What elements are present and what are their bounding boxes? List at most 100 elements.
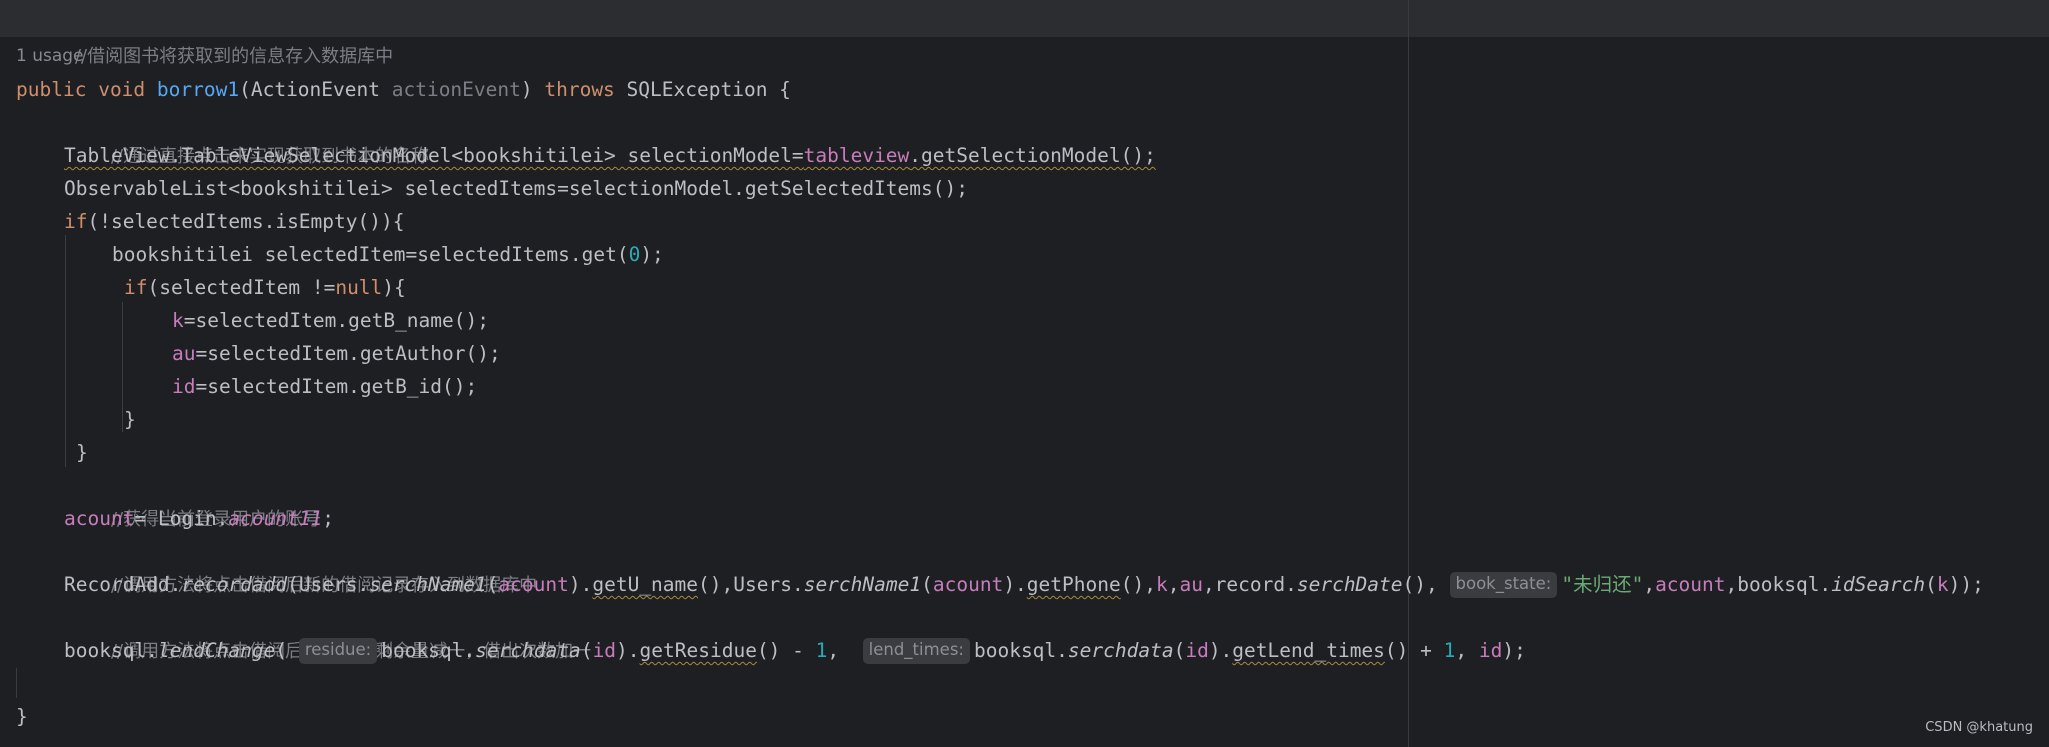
code-text: ). [1003, 573, 1027, 596]
field-ref: id [1478, 639, 1503, 662]
code-text: } [16, 705, 28, 728]
code-text: () + [1384, 639, 1444, 662]
method-call: getPhone [1026, 573, 1121, 596]
number-literal: 1 [815, 639, 828, 662]
code-text: ( [486, 573, 499, 596]
code-text: booksql. [973, 639, 1068, 662]
field-ref: id [592, 639, 617, 662]
code-text: } [124, 408, 136, 431]
field-ref: acount [1655, 573, 1726, 596]
code-text: bookshitilei selectedItem=selectedItems.… [112, 243, 629, 266]
field-ref: au [172, 342, 196, 365]
code-text: , [1643, 573, 1656, 596]
code-text: (Users. [287, 573, 370, 596]
static-method: recordadd [181, 573, 288, 596]
keyword: null [335, 276, 383, 299]
usage-hint[interactable]: 1 usage [16, 44, 84, 68]
code-line-observablelist: ObservableList<bookshitilei> selectedIte… [64, 172, 968, 205]
static-method: idSearch [1831, 573, 1926, 596]
field-ref: tableview [803, 144, 910, 167]
method-call: getU_name [592, 573, 699, 596]
code-line-if-null: if(selectedItem !=null){ [124, 271, 406, 304]
code-line-recordadd: RecordAdd.recordadd(Users.serchName1(aco… [64, 568, 1984, 601]
parameter-hint: residue: [298, 638, 378, 664]
code-text: , [1167, 573, 1180, 596]
field-ref: id [1185, 639, 1209, 662]
static-method: serchDate [1296, 573, 1403, 596]
code-line-assign-k: k=selectedItem.getB_name(); [172, 304, 489, 337]
code-text: ). [1208, 639, 1233, 662]
code-line-signature: public void borrow1(ActionEvent actionEv… [16, 73, 791, 106]
number-literal: 1 [1443, 639, 1456, 662]
code-text: ; [322, 507, 335, 530]
code-text: (), [1402, 573, 1450, 596]
code-line-tableview: TableView.TableViewSelectionModel<booksh… [64, 139, 1156, 172]
keyword: if [124, 276, 148, 299]
method-call: getLend_times [1232, 639, 1385, 662]
code-editor[interactable]: //借阅图书将获取到的信息存入数据库中 1 usage public void … [0, 0, 2049, 747]
code-line-assign-au: au=selectedItem.getAuthor(); [172, 337, 501, 370]
code-line-assign-id: id=selectedItem.getB_id(); [172, 370, 477, 403]
code-text: (ActionEvent [239, 78, 392, 101]
code-text: = Login. [134, 507, 229, 530]
code-text: =selectedItem.getB_name(); [183, 309, 489, 332]
keyword: void [98, 78, 146, 101]
code-line-comment: //通过直接点击来实现获取到书本的名称 [64, 106, 429, 167]
code-text: ( [921, 573, 933, 596]
code-text: } [76, 441, 88, 464]
code-text: ). [616, 639, 640, 662]
number-literal: 0 [628, 243, 641, 266]
code-line-lendchange: booksql.lendChange( residue: booksql.serc… [64, 634, 1526, 667]
code-text: ,booksql. [1725, 573, 1832, 596]
code-text: ( [580, 639, 593, 662]
code-text: ( [1173, 639, 1186, 662]
code-line-close-brace: } [76, 436, 88, 469]
keyword: public [16, 78, 87, 101]
watermark: CSDN @khatung [1925, 720, 2033, 735]
code-text: (selectedItem != [147, 276, 336, 299]
code-text: =selectedItem.getB_id(); [195, 375, 478, 398]
code-line-comment: //调用方法将点击借阅后该书本的剩余量减一，借出次数加一 [64, 601, 591, 662]
code-line-header-comment: //借阅图书将获取到的信息存入数据库中 [28, 6, 393, 67]
static-method: lendChange [157, 639, 276, 662]
code-text: booksql. [64, 639, 158, 662]
field-ref: id [172, 375, 196, 398]
code-line-end-brace: } [16, 700, 28, 733]
field-ref: acount [498, 573, 569, 596]
code-text: () - [756, 639, 816, 662]
static-field-ref: acount11 [228, 507, 323, 530]
code-text: .getSelectionModel(); [909, 144, 1156, 167]
field-ref: k [1936, 573, 1949, 596]
indent-guide [122, 302, 123, 432]
code-line-acount: acount= Login.acount11; [64, 502, 334, 535]
keyword: if [64, 210, 88, 233]
method-call: getResidue [639, 639, 757, 662]
code-text: SQLException { [614, 78, 791, 101]
indent-guide [16, 668, 17, 698]
static-method: serchdata [475, 639, 581, 662]
code-line-comment: //获得当前登录用户的账号 [64, 469, 321, 530]
static-method: serchName1 [803, 573, 922, 596]
parameter-hint: lend_times: [862, 638, 970, 664]
code-line-close-brace: } [124, 403, 136, 436]
field-ref: k [1155, 573, 1168, 596]
code-text: TableView.TableViewSelectionModel<booksh… [64, 144, 804, 167]
code-text: ) [520, 78, 545, 101]
code-text: RecordAdd. [64, 573, 182, 596]
code-text: =selectedItem.getAuthor(); [195, 342, 501, 365]
code-text: ,record. [1202, 573, 1297, 596]
code-text: ){ [382, 276, 406, 299]
field-ref: acount [64, 507, 135, 530]
code-text: (), [1120, 573, 1156, 596]
parameter-hint: book_state: [1449, 572, 1558, 598]
code-text: )); [1948, 573, 1984, 596]
code-line-if-empty: if(!selectedItems.isEmpty()){ [64, 205, 404, 238]
code-text: ); [640, 243, 664, 266]
field-ref: acount [932, 573, 1004, 596]
code-text: ObservableList<bookshitilei> selectedIte… [64, 177, 968, 200]
field-ref: au [1179, 573, 1203, 596]
field-ref: k [172, 309, 184, 332]
code-text: , [827, 639, 863, 662]
method-name: borrow1 [156, 78, 240, 101]
indent-guide [65, 235, 66, 467]
